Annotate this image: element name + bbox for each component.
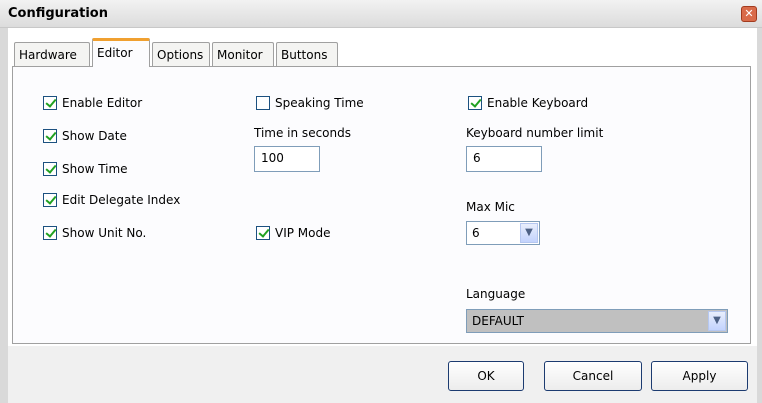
checkbox-box[interactable] <box>43 162 57 176</box>
language-value: DEFAULT <box>472 314 524 328</box>
tab-hardware[interactable]: Hardware <box>14 42 90 66</box>
checkbox-label: Show Unit No. <box>62 226 147 240</box>
time-in-seconds-input[interactable]: 100 <box>254 146 320 172</box>
checkbox-label: Show Time <box>62 162 128 176</box>
checkbox-label: VIP Mode <box>275 226 331 240</box>
chevron-down-icon[interactable]: ▼ <box>708 311 726 331</box>
keyboard-number-limit-label: Keyboard number limit <box>466 126 604 140</box>
show-unit-no-checkbox[interactable]: Show Unit No. <box>43 224 146 242</box>
tab-label: Options <box>157 48 204 62</box>
close-icon[interactable]: ✕ <box>741 6 757 22</box>
checkbox-label: Enable Keyboard <box>487 96 589 110</box>
tab-label: Monitor <box>217 48 263 62</box>
max-mic-value: 6 <box>472 226 480 240</box>
tab-label: Editor <box>97 46 133 60</box>
enable-editor-checkbox[interactable]: Enable Editor <box>43 94 142 112</box>
cancel-button[interactable]: Cancel <box>544 361 642 391</box>
checkbox-box[interactable] <box>43 193 57 207</box>
speaking-time-checkbox[interactable]: Speaking Time <box>256 94 364 112</box>
show-time-checkbox[interactable]: Show Time <box>43 160 128 178</box>
time-in-seconds-label: Time in seconds <box>254 126 351 140</box>
checkbox-box[interactable] <box>43 96 57 110</box>
checkbox-box[interactable] <box>43 226 57 240</box>
checkbox-label: Speaking Time <box>275 96 364 110</box>
tab-label: Hardware <box>19 48 77 62</box>
max-mic-select[interactable]: 6 ▼ <box>466 221 540 245</box>
show-date-checkbox[interactable]: Show Date <box>43 127 127 145</box>
max-mic-label: Max Mic <box>466 200 515 214</box>
window-frame-right <box>757 28 762 403</box>
edit-delegate-index-checkbox[interactable]: Edit Delegate Index <box>43 191 180 209</box>
keyboard-number-limit-input[interactable]: 6 <box>466 146 542 172</box>
tab-monitor[interactable]: Monitor <box>212 42 274 66</box>
chevron-down-icon[interactable]: ▼ <box>520 223 538 243</box>
vip-mode-checkbox[interactable]: VIP Mode <box>256 224 331 242</box>
configuration-window: Configuration ✕ Hardware Editor Options … <box>0 0 762 403</box>
tab-options[interactable]: Options <box>152 42 210 66</box>
checkbox-label: Edit Delegate Index <box>62 193 181 207</box>
checkbox-label: Show Date <box>62 129 127 143</box>
window-frame-left <box>0 28 8 403</box>
checkbox-box[interactable] <box>256 96 270 110</box>
checkbox-box[interactable] <box>43 129 57 143</box>
enable-keyboard-checkbox[interactable]: Enable Keyboard <box>468 94 588 112</box>
apply-button[interactable]: Apply <box>651 361 748 391</box>
dialog-footer <box>8 346 757 403</box>
tab-label: Buttons <box>281 48 328 62</box>
checkbox-label: Enable Editor <box>62 96 143 110</box>
language-select[interactable]: DEFAULT ▼ <box>466 309 728 333</box>
ok-button[interactable]: OK <box>448 361 524 391</box>
window-title: Configuration <box>8 6 108 21</box>
tab-editor[interactable]: Editor <box>92 38 150 67</box>
language-label: Language <box>466 287 526 301</box>
checkbox-box[interactable] <box>256 226 270 240</box>
checkbox-box[interactable] <box>468 96 482 110</box>
tab-buttons[interactable]: Buttons <box>276 42 338 66</box>
title-bar: Configuration ✕ <box>0 0 762 28</box>
